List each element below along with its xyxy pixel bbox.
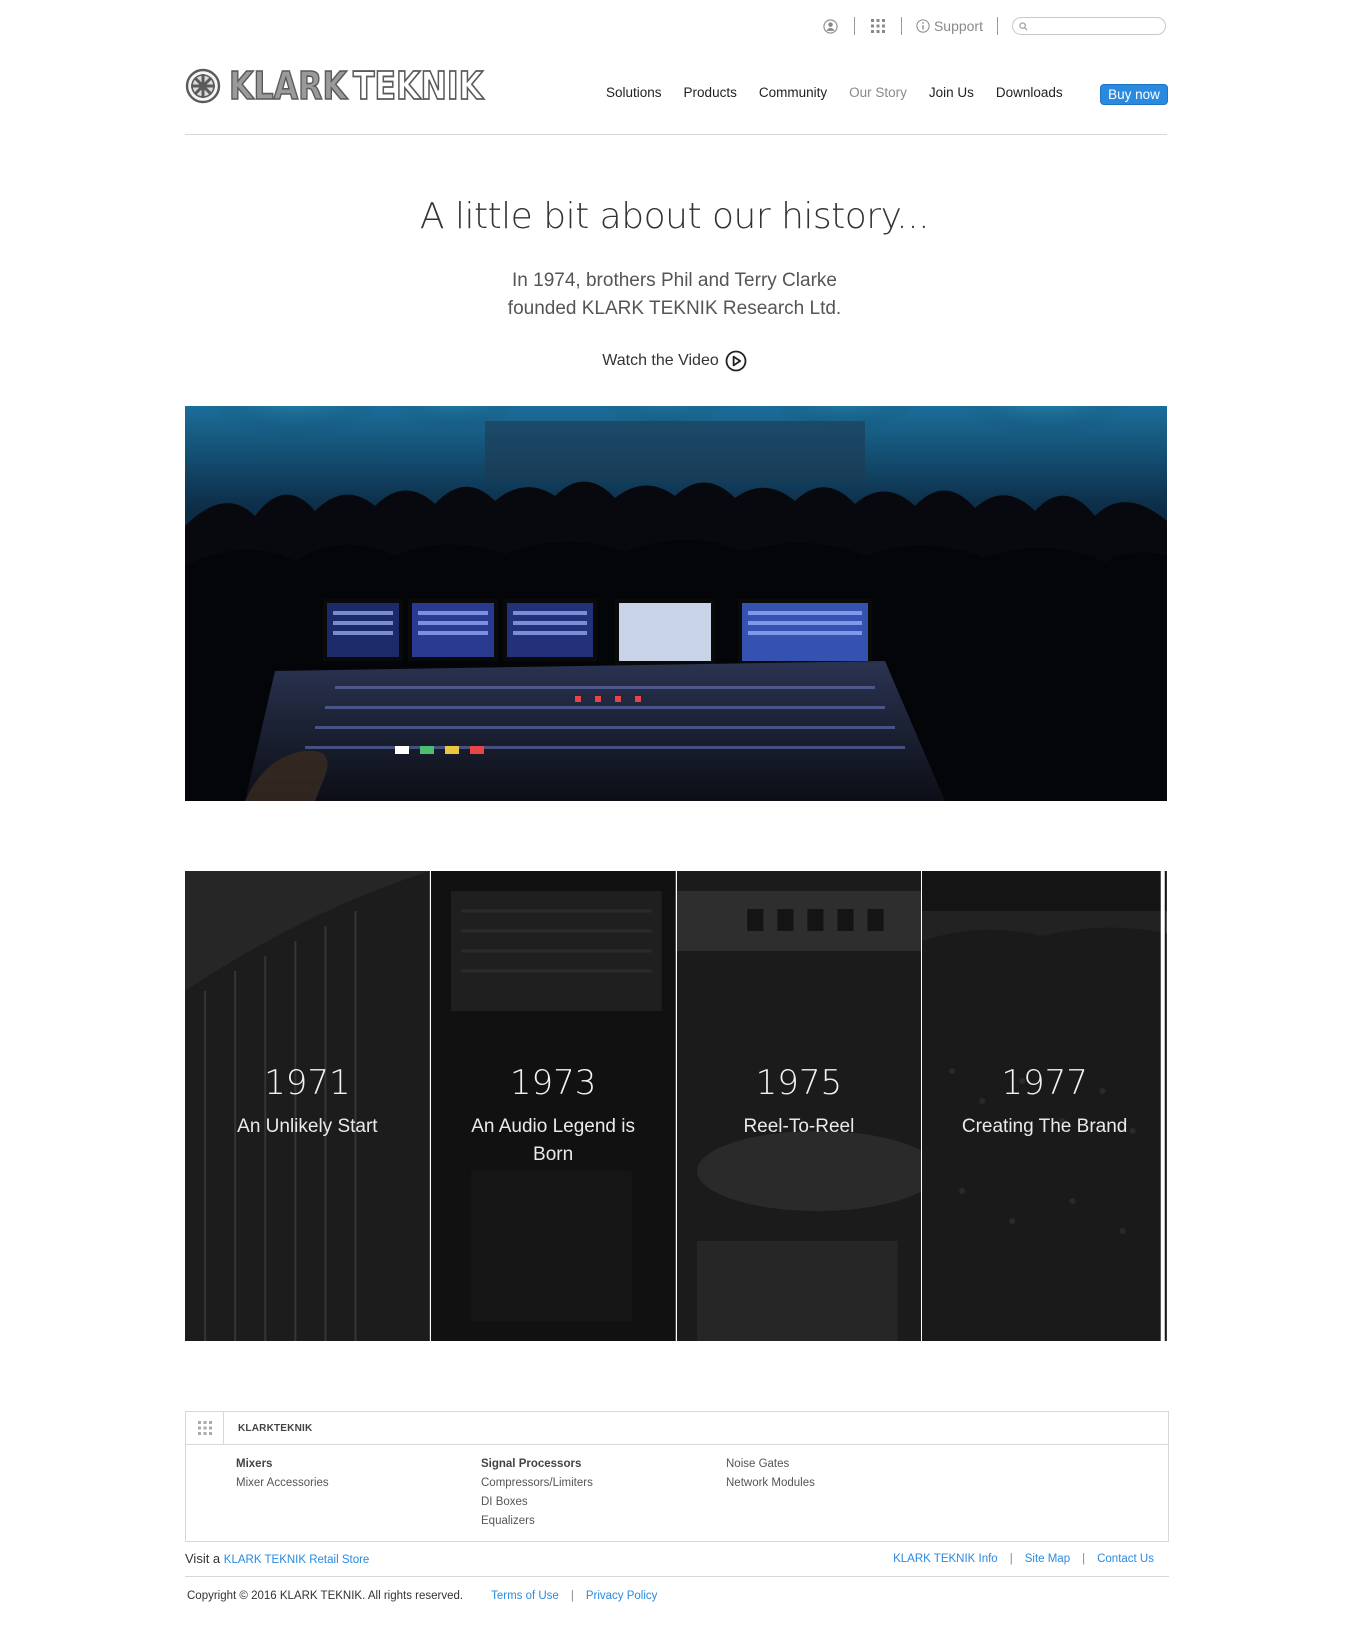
nav-community[interactable]: Community <box>759 85 827 100</box>
footer-divider: | <box>570 1590 574 1602</box>
footer-link-mixers[interactable]: Mixers <box>236 1455 329 1474</box>
copyright-text: Copyright © 2016 KLARK TEKNIK. All right… <box>187 1590 464 1602</box>
page-title: A little bit about our history... <box>419 196 930 237</box>
tile-background <box>922 871 1167 1341</box>
footer-links: KLARK TEKNIK Info | Site Map | Contact U… <box>893 1553 1154 1565</box>
logo-bold-text: KLARK <box>229 68 348 104</box>
footer-link-noise-gates[interactable]: Noise Gates <box>726 1455 815 1474</box>
footer-link-network-modules[interactable]: Network Modules <box>726 1474 815 1493</box>
watch-video-label: Watch the Video <box>602 352 719 369</box>
footer-divider-line <box>185 1576 1169 1577</box>
footer-link-di-boxes[interactable]: DI Boxes <box>481 1493 593 1512</box>
footer-link-contact[interactable]: Contact Us <box>1097 1553 1154 1565</box>
hero-concert-image <box>185 406 1167 801</box>
buy-now-button[interactable]: Buy now <box>1100 84 1168 105</box>
intro-subtitle: In 1974, brothers Phil and Terry Clarke … <box>0 267 1349 323</box>
footer-apps-grid-icon[interactable] <box>186 1411 224 1445</box>
logo-outline-text: TEKNIK <box>353 68 484 104</box>
utility-divider <box>853 17 855 35</box>
terms-of-use-link[interactable]: Terms of Use <box>491 1590 559 1602</box>
search-icon <box>1019 21 1028 30</box>
visit-retail-store: Visit a KLARK TEKNIK Retail Store <box>185 1551 369 1566</box>
visit-prefix: Visit a <box>185 1551 221 1566</box>
timeline-year: 1973 <box>509 1063 597 1103</box>
play-circle-icon <box>725 350 747 372</box>
nav-products[interactable]: Products <box>684 85 737 100</box>
search-box[interactable] <box>1012 17 1166 35</box>
footer-link-info[interactable]: KLARK TEKNIK Info <box>893 1553 998 1565</box>
footer-link-mixer-accessories[interactable]: Mixer Accessories <box>236 1474 329 1493</box>
history-timeline: 1971 An Unlikely Start 1973 An Audio Leg… <box>185 871 1167 1341</box>
utility-divider <box>900 17 902 35</box>
footer-link-equalizers[interactable]: Equalizers <box>481 1512 593 1531</box>
main-nav: Solutions Products Community Our Story J… <box>606 85 1085 100</box>
footer-column-mixers: Mixers Mixer Accessories <box>236 1455 329 1493</box>
utility-bar: Support <box>822 15 1166 37</box>
klark-teknik-logo[interactable]: KLARK TEKNIK <box>185 68 487 104</box>
footer-column-signal-processors: Signal Processors Compressors/Limiters D… <box>481 1455 593 1531</box>
header-divider <box>185 134 1167 135</box>
privacy-policy-link[interactable]: Privacy Policy <box>586 1590 658 1602</box>
timeline-tile-1975[interactable]: 1975 Reel-To-Reel <box>676 871 922 1341</box>
nav-downloads[interactable]: Downloads <box>996 85 1063 100</box>
timeline-year: 1977 <box>1001 1063 1088 1103</box>
watch-video-link[interactable]: Watch the Video <box>0 350 1349 372</box>
logo-emblem-icon <box>185 68 221 104</box>
user-account-icon[interactable] <box>822 17 840 35</box>
tile-background <box>185 871 430 1341</box>
footer-column-misc: Noise Gates Network Modules <box>726 1455 815 1493</box>
retail-store-link[interactable]: KLARK TEKNIK Retail Store <box>224 1554 370 1566</box>
timeline-caption: An Unlikely Start <box>237 1116 378 1137</box>
search-input[interactable] <box>1032 20 1152 32</box>
apps-grid-icon[interactable] <box>869 17 887 35</box>
nav-our-story[interactable]: Our Story <box>849 85 907 100</box>
timeline-year: 1975 <box>755 1063 843 1103</box>
footer-link-signal-processors[interactable]: Signal Processors <box>481 1455 593 1474</box>
footer-product-header: KLARKTEKNIK <box>186 1411 1168 1445</box>
footer-brand-label[interactable]: KLARKTEKNIK <box>238 1423 312 1434</box>
support-label: Support <box>933 18 983 34</box>
footer-product-menu: KLARKTEKNIK Mixers Mixer Accessories Sig… <box>185 1411 1169 1542</box>
logo-wordmark: KLARK TEKNIK <box>228 68 485 104</box>
footer-link-site-map[interactable]: Site Map <box>1025 1553 1070 1565</box>
timeline-tile-1977[interactable]: 1977 Creating The Brand <box>922 871 1167 1341</box>
timeline-tile-1971[interactable]: 1971 An Unlikely Start <box>185 871 430 1341</box>
timeline-caption: An Audio Legend is Born <box>471 1116 635 1165</box>
footer-link-compressors[interactable]: Compressors/Limiters <box>481 1474 593 1493</box>
nav-solutions[interactable]: Solutions <box>606 85 662 100</box>
tile-background <box>676 871 922 1341</box>
support-link[interactable]: Support <box>916 18 983 34</box>
tile-background <box>430 871 676 1341</box>
utility-divider <box>997 17 998 35</box>
footer-product-columns: Mixers Mixer Accessories Signal Processo… <box>186 1445 1168 1542</box>
intro-subtitle-line1: In 1974, brothers Phil and Terry Clarke <box>512 270 837 291</box>
footer-divider: | <box>1009 1553 1013 1565</box>
timeline-year: 1971 <box>264 1063 351 1103</box>
footer-divider: | <box>1082 1553 1086 1565</box>
copyright-bar: Copyright © 2016 KLARK TEKNIK. All right… <box>187 1590 657 1602</box>
timeline-tile-1973[interactable]: 1973 An Audio Legend is Born <box>430 871 676 1341</box>
timeline-caption: Creating The Brand <box>961 1116 1128 1137</box>
intro-subtitle-line2: founded KLARK TEKNIK Research Ltd. <box>507 298 842 319</box>
timeline-caption: Reel-To-Reel <box>743 1116 855 1137</box>
nav-join-us[interactable]: Join Us <box>929 85 974 100</box>
info-icon <box>916 19 930 33</box>
